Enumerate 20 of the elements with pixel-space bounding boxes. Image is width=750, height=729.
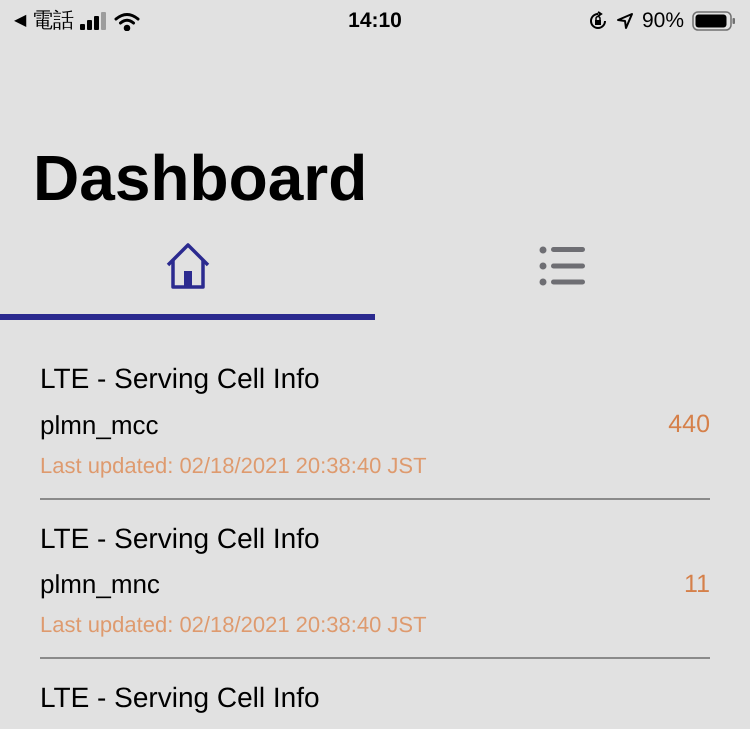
wifi-icon bbox=[114, 12, 140, 30]
item-title: LTE - Serving Cell Info bbox=[40, 362, 321, 396]
back-arrow[interactable]: ◀ bbox=[14, 9, 26, 33]
clock-time: 14:10 bbox=[348, 8, 402, 34]
last-updated-text: Last updated: 02/18/2021 20:38:40 JST bbox=[40, 611, 428, 639]
carrier-text[interactable]: 電話 bbox=[32, 5, 74, 37]
list-icon bbox=[538, 245, 586, 287]
page-title: Dashboard bbox=[32, 144, 368, 212]
battery-icon bbox=[692, 11, 736, 31]
last-updated-text: Last updated: 02/18/2021 20:38:40 JST bbox=[40, 452, 428, 480]
signal-icon bbox=[80, 12, 108, 30]
item-title: LTE - Serving Cell Info bbox=[40, 681, 321, 715]
battery-percent: 90% bbox=[642, 8, 684, 34]
item-value: 440 bbox=[668, 409, 710, 440]
item-title: LTE - Serving Cell Info bbox=[40, 522, 321, 556]
item-name: plmn_mcc bbox=[40, 408, 158, 441]
item-value: 11 bbox=[684, 568, 710, 600]
item-name: plmn_mnc bbox=[40, 568, 160, 600]
rotation-lock-icon bbox=[588, 11, 608, 31]
location-arrow-icon bbox=[616, 12, 634, 30]
